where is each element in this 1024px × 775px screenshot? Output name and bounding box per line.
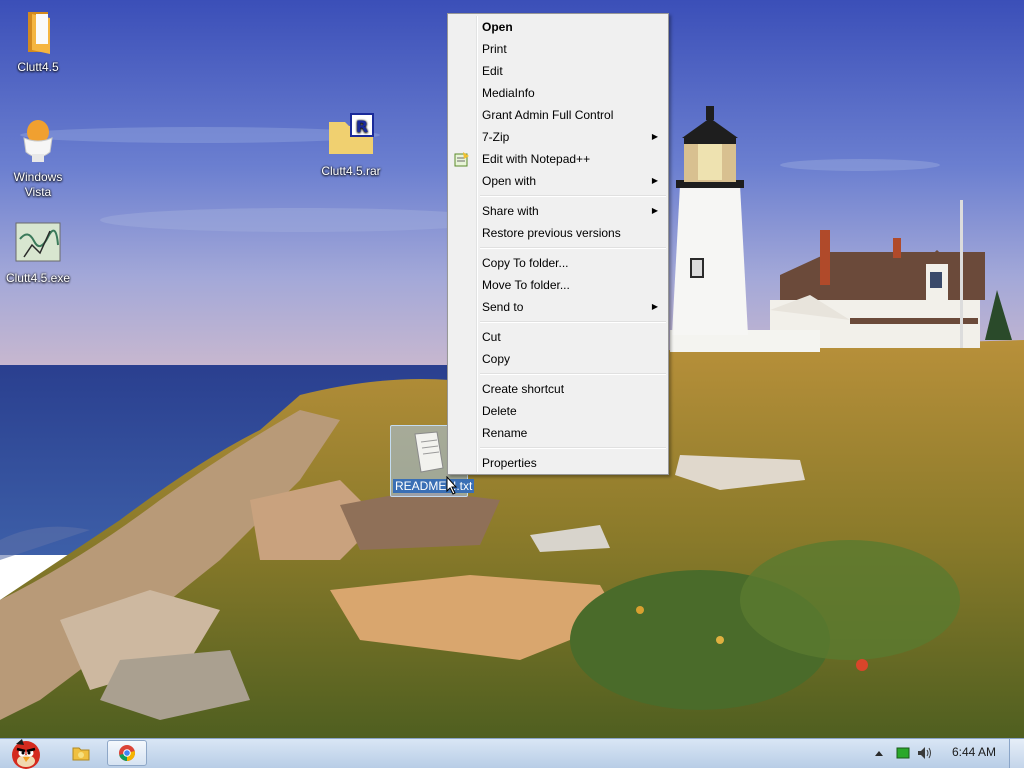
menu-item-label: Open with (482, 174, 537, 188)
menu-item-properties[interactable]: Properties (448, 452, 668, 474)
menu-separator (480, 373, 666, 375)
desktop-icon-clutt-rar[interactable]: R Clutt4.5.rar (313, 112, 389, 179)
menu-item-label: Delete (482, 404, 517, 418)
menu-item-grant-admin[interactable]: Grant Admin Full Control (448, 104, 668, 126)
menu-item-edit[interactable]: Edit (448, 60, 668, 82)
submenu-arrow-icon: ▶ (651, 206, 658, 215)
system-tray: 6:44 AM (864, 739, 1024, 768)
battery-icon[interactable] (896, 747, 910, 759)
menu-item-label: Open (482, 20, 513, 34)
submenu-arrow-icon: ▶ (651, 302, 658, 311)
chrome-icon (119, 745, 135, 761)
taskbar-explorer-button[interactable] (60, 740, 100, 766)
menu-item-mediainfo[interactable]: MediaInfo (448, 82, 668, 104)
menu-item-cut[interactable]: Cut (448, 326, 668, 348)
desktop-icon-clutt-folder[interactable]: Clutt4.5 (0, 8, 76, 75)
desktop-icon-windows-vista[interactable]: Windows Vista (0, 118, 76, 200)
menu-item-delete[interactable]: Delete (448, 400, 668, 422)
menu-item-edit-notepadpp[interactable]: Edit with Notepad++ (448, 148, 668, 170)
menu-separator (480, 321, 666, 323)
context-menu[interactable]: Open Print Edit MediaInfo Grant Admin Fu… (447, 13, 669, 475)
menu-item-move-to-folder[interactable]: Move To folder... (448, 274, 668, 296)
desktop-icon-label: Clutt4.5 (17, 60, 59, 74)
folder-icon (72, 747, 90, 761)
menu-item-open[interactable]: Open (448, 16, 668, 38)
volume-icon[interactable] (917, 746, 933, 760)
submenu-arrow-icon: ▶ (651, 132, 658, 141)
menu-item-label: Create shortcut (482, 382, 565, 396)
desktop-icon-clutt-exe[interactable]: Clutt4.5.exe (0, 219, 76, 286)
menu-item-7zip[interactable]: 7-Zip ▶ (448, 126, 668, 148)
taskbar: 6:44 AM (0, 736, 1024, 770)
svg-text:R: R (356, 117, 368, 136)
show-hidden-icons-arrow-icon[interactable] (874, 749, 884, 757)
menu-item-restore-previous-versions[interactable]: Restore previous versions (448, 222, 668, 244)
menu-item-label: MediaInfo (482, 86, 535, 100)
notepad-plus-plus-icon (454, 152, 469, 167)
menu-item-label: Copy (482, 352, 511, 366)
menu-item-print[interactable]: Print (448, 38, 668, 60)
angry-bird-start-icon (12, 739, 40, 769)
menu-item-label: Restore previous versions (482, 226, 621, 240)
menu-item-label: Move To folder... (482, 278, 570, 292)
menu-item-send-to[interactable]: Send to ▶ (448, 296, 668, 318)
show-desktop-button[interactable] (1009, 739, 1024, 768)
menu-item-share-with[interactable]: Share with ▶ (448, 200, 668, 222)
menu-item-label: Properties (482, 456, 537, 470)
menu-item-copy[interactable]: Copy (448, 348, 668, 370)
menu-item-label: Print (482, 42, 507, 56)
desktop-icon-label: Windows Vista (13, 170, 63, 199)
menu-item-rename[interactable]: Rename (448, 422, 668, 444)
menu-separator (480, 195, 666, 197)
start-button[interactable] (2, 736, 50, 770)
menu-item-label: Grant Admin Full Control (482, 108, 614, 122)
menu-item-label: Share with (482, 204, 539, 218)
taskbar-chrome-button[interactable] (107, 740, 147, 766)
taskbar-clock[interactable]: 6:44 AM (952, 745, 996, 759)
menu-item-copy-to-folder[interactable]: Copy To folder... (448, 252, 668, 274)
menu-item-label: Copy To folder... (482, 256, 569, 270)
menu-item-label: Send to (482, 300, 524, 314)
egg-cup-icon (23, 120, 53, 162)
map-exe-icon (15, 222, 61, 262)
desktop-icon-label: README!!!.txt (393, 479, 475, 493)
desktop-icon-label: Clutt4.5.exe (5, 271, 71, 285)
menu-separator (480, 447, 666, 449)
menu-item-label: Edit with Notepad++ (482, 152, 591, 166)
folder-icon (28, 12, 50, 54)
menu-item-label: Rename (482, 426, 528, 440)
menu-item-open-with[interactable]: Open with ▶ (448, 170, 668, 192)
menu-item-label: Cut (482, 330, 501, 344)
menu-item-create-shortcut[interactable]: Create shortcut (448, 378, 668, 400)
text-document-icon (414, 431, 444, 473)
rar-archive-icon: R (329, 113, 374, 154)
menu-item-label: Edit (482, 64, 503, 78)
desktop[interactable]: Clutt4.5 Windows Vista Clutt4.5.exe R Cl… (0, 0, 1024, 738)
menu-item-label: 7-Zip (482, 130, 510, 144)
desktop-icon-label: Clutt4.5.rar (321, 164, 381, 178)
menu-separator (480, 247, 666, 249)
submenu-arrow-icon: ▶ (651, 176, 658, 185)
mouse-cursor-icon (446, 476, 458, 495)
